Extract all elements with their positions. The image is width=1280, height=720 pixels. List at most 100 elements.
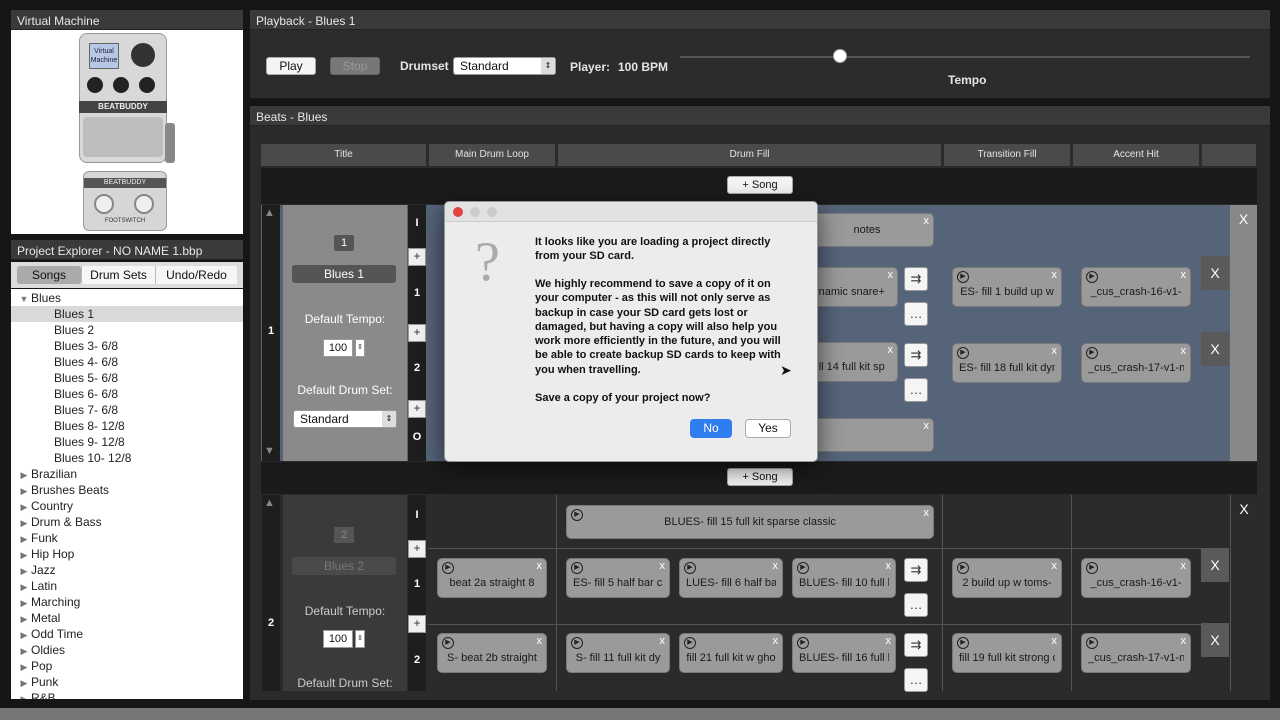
yes-button[interactable]: Yes xyxy=(745,419,791,438)
drumset-select[interactable]: Standard ⇕ xyxy=(453,57,556,75)
scroll-down-arrow-icon[interactable]: ▼ xyxy=(264,445,275,457)
collapsed-triangle-icon[interactable]: ▶ xyxy=(17,563,31,579)
pedal-dpad[interactable] xyxy=(131,43,155,67)
transition-fill-pill[interactable]: ▶ x ES- fill 18 full kit dyn xyxy=(952,343,1062,383)
collapsed-triangle-icon[interactable]: ▶ xyxy=(17,595,31,611)
footswitch-left[interactable] xyxy=(94,194,114,214)
add-part-button[interactable]: + xyxy=(408,400,426,418)
tree-folder[interactable]: ▶ Hip Hop xyxy=(17,546,75,563)
delete-song-button[interactable]: X xyxy=(1230,205,1257,461)
more-options-button[interactable]: … xyxy=(904,668,928,692)
collapsed-triangle-icon[interactable]: ▶ xyxy=(17,675,31,691)
collapsed-triangle-icon[interactable]: ▶ xyxy=(17,547,31,563)
tree-folder[interactable]: ▶ Punk xyxy=(17,674,59,691)
drum-fill-pill[interactable]: ▶ x fill 21 full kit w gho xyxy=(679,633,783,673)
no-button[interactable]: No xyxy=(690,419,732,438)
fill-order-icon[interactable]: ⇉ xyxy=(904,558,928,582)
main-loop-pill[interactable]: ▶ x beat 2a straight 8 xyxy=(437,558,547,598)
drum-fill-pill[interactable]: ▶ x S- fill 11 full kit dy xyxy=(566,633,670,673)
song1-drumset-select[interactable]: Standard ⇕ xyxy=(293,410,397,428)
collapsed-triangle-icon[interactable]: ▶ xyxy=(17,691,31,699)
pedal-knob-1[interactable] xyxy=(87,77,103,93)
tree-song[interactable]: Blues 4- 6/8 xyxy=(54,354,118,370)
delete-part-button[interactable]: X xyxy=(1201,332,1229,366)
tree-folder[interactable]: ▶ Pop xyxy=(17,658,53,675)
song2-name-field[interactable]: Blues 2 xyxy=(292,557,396,575)
tree-song[interactable]: Blues 6- 6/8 xyxy=(54,386,118,402)
outro-fill-pill[interactable]: x xyxy=(800,418,934,452)
delete-song-button[interactable]: X xyxy=(1230,495,1257,691)
stop-button[interactable]: Stop xyxy=(330,57,380,75)
transition-fill-pill[interactable]: ▶ x fill 19 full kit strong c xyxy=(952,633,1062,673)
delete-part-button[interactable]: X xyxy=(1201,256,1229,290)
stepper-arrows-icon[interactable]: ⇕ xyxy=(355,630,365,648)
stepper-arrows-icon[interactable]: ⇕ xyxy=(355,339,365,357)
tempo-slider-thumb[interactable] xyxy=(832,49,847,63)
intro-fill-pill[interactable]: x notes xyxy=(800,213,934,247)
transition-fill-pill[interactable]: ▶ x 2 build up w toms- xyxy=(952,558,1062,598)
tree-folder[interactable]: ▶ Odd Time xyxy=(17,626,84,643)
delete-part-button[interactable]: X xyxy=(1201,623,1229,657)
play-button[interactable]: Play xyxy=(266,57,316,75)
song1-name-field[interactable]: Blues 1 xyxy=(292,265,396,283)
tree-folder[interactable]: ▶ Oldies xyxy=(17,642,65,658)
scroll-up-arrow-icon[interactable]: ▲ xyxy=(264,497,275,509)
tree-folder[interactable]: ▶ Marching xyxy=(17,594,81,611)
collapsed-triangle-icon[interactable]: ▶ xyxy=(17,515,31,531)
fill-order-icon[interactable]: ⇉ xyxy=(904,267,928,291)
delete-part-button[interactable]: X xyxy=(1201,548,1229,582)
add-part-button[interactable]: + xyxy=(408,540,426,558)
accent-hit-pill[interactable]: ▶ x _cus_crash-16-v1- xyxy=(1081,267,1191,307)
add-part-button[interactable]: + xyxy=(408,324,426,342)
collapsed-triangle-icon[interactable]: ▶ xyxy=(17,483,31,499)
zoom-icon[interactable] xyxy=(487,207,497,217)
pedal-knob-3[interactable] xyxy=(139,77,155,93)
tab-drum-sets[interactable]: Drum Sets xyxy=(81,266,155,284)
tree-folder[interactable]: ▶ Jazz xyxy=(17,562,56,578)
tree-folder[interactable]: ▶ Funk xyxy=(17,530,58,546)
song1-tempo-stepper[interactable]: 100 xyxy=(323,339,353,357)
add-song-button[interactable]: + Song xyxy=(727,176,793,194)
footswitch-right[interactable] xyxy=(134,194,154,214)
accent-hit-pill[interactable]: ▶ x _cus_crash-17-v1-n xyxy=(1081,343,1191,383)
tree-folder[interactable]: ▶ R&B xyxy=(17,690,56,699)
scroll-up-arrow-icon[interactable]: ▲ xyxy=(264,207,275,219)
pedal-screen[interactable]: Virtual Machine xyxy=(89,43,119,69)
add-song-button[interactable]: + Song xyxy=(727,468,793,486)
tree-song[interactable]: Blues 10- 12/8 xyxy=(54,450,131,466)
song2-tempo-stepper[interactable]: 100 xyxy=(323,630,353,648)
tempo-slider-track[interactable] xyxy=(680,56,1250,58)
pedal-footplate[interactable] xyxy=(83,117,163,157)
more-options-button[interactable]: … xyxy=(904,378,928,402)
tree-song[interactable]: Blues 8- 12/8 xyxy=(54,418,125,434)
tree-folder[interactable]: ▶ Brazilian xyxy=(17,466,78,483)
pedal-knob-2[interactable] xyxy=(113,77,129,93)
collapsed-triangle-icon[interactable]: ▶ xyxy=(17,627,31,643)
tree-song[interactable]: Blues 3- 6/8 xyxy=(54,338,118,354)
tree-folder[interactable]: ▶ Brushes Beats xyxy=(17,482,110,499)
collapsed-triangle-icon[interactable]: ▶ xyxy=(17,643,31,659)
tree-folder[interactable]: ▶ Country xyxy=(17,498,74,514)
more-options-button[interactable]: … xyxy=(904,302,928,326)
add-part-button[interactable]: + xyxy=(408,248,426,266)
tab-songs[interactable]: Songs xyxy=(17,266,81,284)
tree-folder[interactable]: ▶ Drum & Bass xyxy=(17,514,102,530)
collapsed-triangle-icon[interactable]: ▶ xyxy=(17,531,31,547)
main-loop-pill[interactable]: ▶ x S- beat 2b straight xyxy=(437,633,547,673)
collapsed-triangle-icon[interactable]: ▶ xyxy=(17,467,31,483)
expanded-triangle-icon[interactable]: ▼ xyxy=(17,291,31,307)
footswitch-unit[interactable]: BEATBUDDY FOOTSWITCH xyxy=(83,171,167,231)
tab-undo-redo[interactable]: Undo/Redo xyxy=(155,266,237,284)
accent-hit-pill[interactable]: ▶ x _cus_crash-17-v1-n xyxy=(1081,633,1191,673)
tree-song[interactable]: Blues 2 xyxy=(54,322,94,338)
tree-song[interactable]: Blues 9- 12/8 xyxy=(54,434,125,450)
intro-fill-pill[interactable]: ▶ x BLUES- fill 15 full kit sparse classic xyxy=(566,505,934,539)
tree-folder-blues[interactable]: ▼ Blues xyxy=(17,290,62,307)
tree-song[interactable]: Blues 5- 6/8 xyxy=(54,370,118,386)
transition-fill-pill[interactable]: ▶ x ES- fill 1 build up w xyxy=(952,267,1062,307)
drum-fill-pill[interactable]: ▶ x ES- fill 5 half bar cl xyxy=(566,558,670,598)
tree-song-selected[interactable]: Blues 1 xyxy=(11,306,243,322)
collapsed-triangle-icon[interactable]: ▶ xyxy=(17,659,31,675)
tree-folder[interactable]: ▶ Latin xyxy=(17,578,58,594)
close-icon[interactable] xyxy=(453,207,463,217)
